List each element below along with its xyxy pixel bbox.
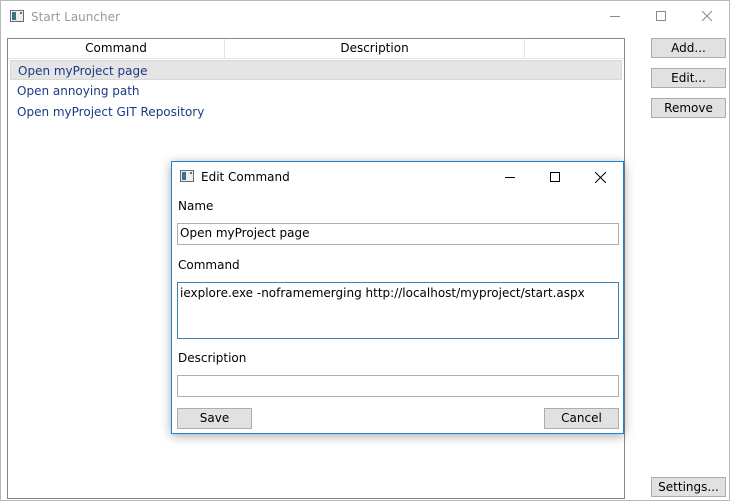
main-titlebar[interactable]: Start Launcher: [1, 1, 729, 31]
list-header: Command Description: [8, 39, 624, 59]
close-icon: [702, 11, 712, 21]
maximize-icon: [656, 11, 666, 21]
list-item[interactable]: Open annoying path: [10, 81, 622, 101]
edit-command-dialog: Edit Command Name Open myProject page Co…: [171, 161, 624, 434]
edit-button[interactable]: Edit...: [651, 68, 726, 88]
name-field[interactable]: Open myProject page: [177, 223, 619, 245]
close-icon: [594, 171, 606, 183]
description-field[interactable]: [177, 375, 619, 397]
main-window-title: Start Launcher: [31, 10, 120, 24]
command-label: Command: [178, 258, 240, 272]
dialog-minimize-button[interactable]: [487, 162, 533, 192]
main-close-button[interactable]: [684, 1, 730, 31]
column-header-description[interactable]: Description: [225, 39, 525, 58]
name-label: Name: [178, 199, 214, 213]
settings-button[interactable]: Settings...: [651, 477, 726, 497]
app-icon: [180, 170, 194, 182]
add-button[interactable]: Add...: [651, 38, 726, 58]
cancel-button[interactable]: Cancel: [544, 408, 619, 429]
command-field[interactable]: iexplore.exe -noframemerging http://loca…: [177, 282, 619, 339]
dialog-title: Edit Command: [201, 170, 290, 184]
description-label: Description: [178, 351, 247, 365]
column-header-command[interactable]: Command: [8, 39, 225, 58]
dialog-titlebar[interactable]: Edit Command: [172, 162, 623, 192]
minimize-icon: [610, 16, 620, 17]
main-minimize-button[interactable]: [592, 1, 638, 31]
dialog-maximize-button[interactable]: [532, 162, 578, 192]
list-item[interactable]: Open myProject page: [10, 60, 622, 80]
main-maximize-button[interactable]: [638, 1, 684, 31]
minimize-icon: [505, 177, 515, 178]
save-button[interactable]: Save: [177, 408, 252, 429]
app-icon: [10, 10, 24, 22]
remove-button[interactable]: Remove: [651, 98, 726, 118]
maximize-icon: [550, 172, 560, 182]
list-item[interactable]: Open myProject GIT Repository: [10, 102, 622, 122]
dialog-close-button[interactable]: [577, 162, 623, 192]
